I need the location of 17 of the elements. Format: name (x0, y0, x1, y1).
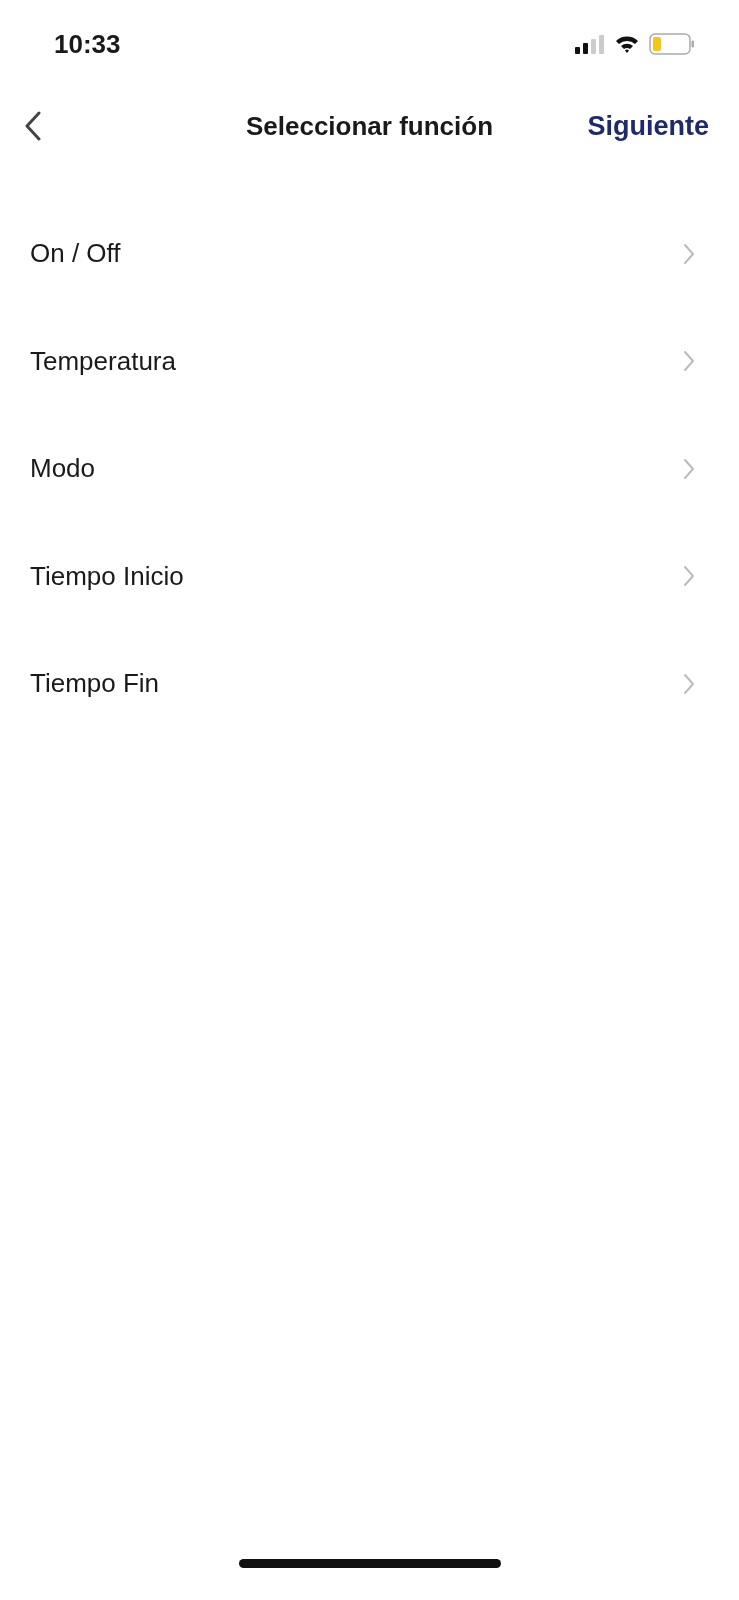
function-item[interactable]: Modo (0, 415, 739, 523)
next-button[interactable]: Siguiente (587, 110, 709, 142)
function-item[interactable]: Tiempo Fin (0, 630, 739, 738)
function-item[interactable]: On / Off (0, 200, 739, 308)
function-item[interactable]: Tiempo Inicio (0, 522, 739, 630)
signal-icon (575, 34, 605, 54)
status-time: 10:33 (54, 28, 121, 60)
chevron-icon (683, 242, 695, 265)
chevron-icon (683, 565, 695, 588)
back-button[interactable] (24, 111, 42, 141)
chevron-icon (683, 457, 695, 480)
page-title: Seleccionar función (245, 110, 494, 142)
chevron-icon (683, 672, 695, 695)
chevron-icon (683, 350, 695, 373)
function-item[interactable]: Temperatura (0, 307, 739, 415)
wifi-icon (615, 35, 639, 53)
battery-icon (649, 33, 695, 55)
